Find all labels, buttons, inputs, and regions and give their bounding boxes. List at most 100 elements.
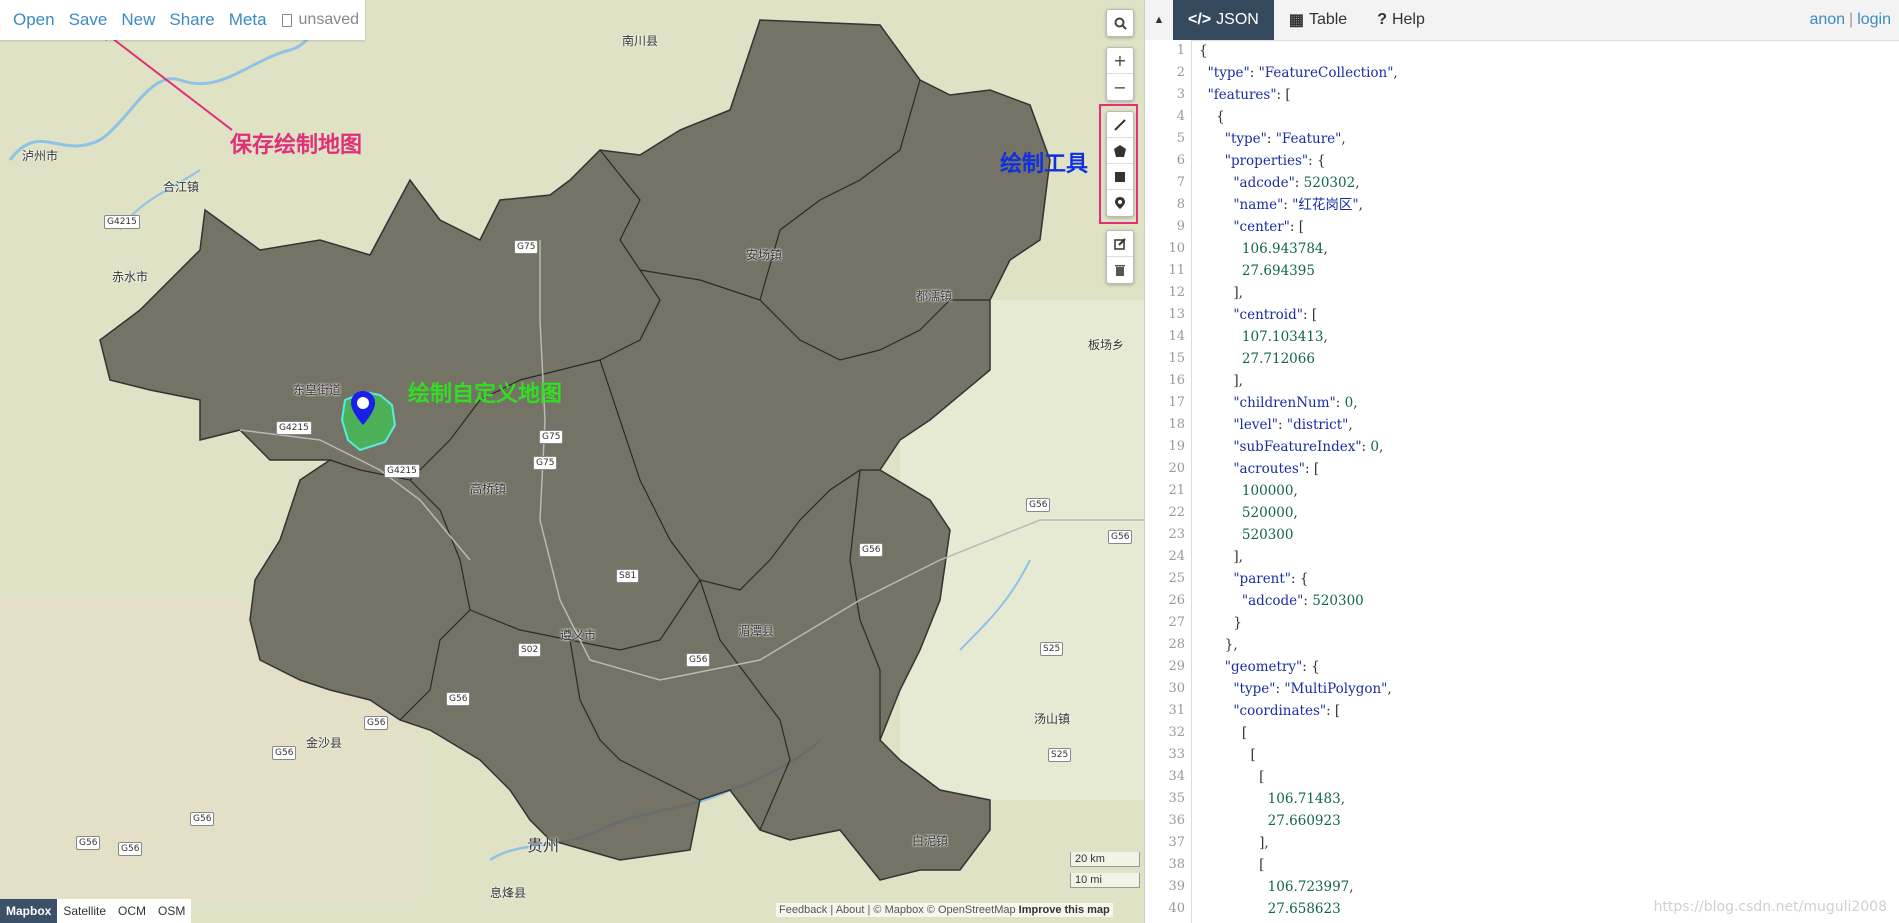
line-number: 28 xyxy=(1168,637,1185,652)
map-label-guizhou: 贵州 xyxy=(527,836,560,855)
code-line: "geometry": { xyxy=(1224,659,1320,675)
open-button[interactable]: Open xyxy=(13,10,55,30)
line-number: 14 xyxy=(1168,329,1185,344)
code-line: 106.71483, xyxy=(1267,791,1345,807)
layer-ocm[interactable]: OCM xyxy=(112,899,152,923)
road-shield: G56 xyxy=(190,812,215,826)
map-label-meitan: 湄潭县 xyxy=(738,624,775,638)
zoom-in-button[interactable]: + xyxy=(1107,48,1133,74)
line-number: 36 xyxy=(1168,813,1185,828)
code-line: "center": [ xyxy=(1233,219,1304,235)
edit-button[interactable] xyxy=(1107,231,1133,257)
code-line: 27.660923 xyxy=(1267,813,1341,829)
zoom-control: + − xyxy=(1106,47,1134,101)
watermark: https://blog.csdn.net/muguli2008 xyxy=(1653,899,1887,915)
code-line: "adcode": 520300 xyxy=(1241,593,1364,609)
line-number: 27 xyxy=(1168,615,1185,630)
road-shield: G56 xyxy=(364,716,389,730)
meta-button[interactable]: Meta xyxy=(229,10,267,30)
scale-mi: 10 mi xyxy=(1070,873,1140,888)
line-number: 18 xyxy=(1168,417,1185,432)
road-shield: G75 xyxy=(533,456,558,470)
layer-osm[interactable]: OSM xyxy=(152,899,191,923)
mapbox-link[interactable]: © Mapbox xyxy=(873,904,923,916)
code-line: 100000, xyxy=(1241,483,1298,499)
road-shield: S25 xyxy=(1048,748,1072,762)
line-number: 30 xyxy=(1168,681,1185,696)
tab-json-label: JSON xyxy=(1216,11,1259,28)
map-label-donghuang: 东皇街道 xyxy=(293,383,342,397)
improve-map-link[interactable]: Improve this map xyxy=(1019,904,1110,916)
line-number: 1 xyxy=(1176,43,1185,58)
road-shield: G56 xyxy=(76,836,101,850)
line-number: 7 xyxy=(1176,175,1185,190)
tab-help[interactable]: ? Help xyxy=(1362,0,1440,40)
code-line: "adcode": 520302, xyxy=(1233,175,1360,191)
save-button[interactable]: Save xyxy=(69,10,108,30)
line-number: 13 xyxy=(1168,307,1185,322)
line-number: 16 xyxy=(1168,373,1185,388)
road-shield: G56 xyxy=(859,543,884,557)
code-line: 106.723997, xyxy=(1267,879,1354,895)
code-line: "type": "MultiPolygon", xyxy=(1233,681,1392,697)
road-shield: G4215 xyxy=(104,215,140,229)
line-number: 35 xyxy=(1168,791,1185,806)
map-label-gaoqiao: 高桥镇 xyxy=(470,482,507,496)
panel-tabs: ▲ </> JSON ▦ Table ? Help anon | login xyxy=(1145,0,1899,41)
code-line: 27.658623 xyxy=(1267,901,1341,917)
code-line: ], xyxy=(1199,373,1243,389)
tab-json[interactable]: </> JSON xyxy=(1173,0,1274,40)
share-button[interactable]: Share xyxy=(169,10,214,30)
code-line: "subFeatureIndex": 0, xyxy=(1233,439,1384,455)
code-line: "features": [ xyxy=(1207,87,1291,103)
line-number: 5 xyxy=(1176,131,1185,146)
road-shield: S02 xyxy=(518,643,542,657)
trash-icon xyxy=(1115,265,1125,276)
code-line: 27.694395 xyxy=(1241,263,1315,279)
map-label-duzhuang: 都濡镇 xyxy=(916,289,953,303)
help-icon: ? xyxy=(1377,11,1387,28)
line-number: 29 xyxy=(1168,659,1185,674)
map-view[interactable]: 南川县 泸州市 合江镇 赤水市 东皇街道 安场镇 都濡镇 板场乡 高桥镇 遵义市… xyxy=(0,0,1144,923)
map-label-jinsha: 金沙县 xyxy=(306,736,343,750)
annotation-draw: 绘制自定义地图 xyxy=(408,382,563,407)
line-number: 21 xyxy=(1168,483,1185,498)
collapse-panel-button[interactable]: ▲ xyxy=(1145,0,1173,40)
line-number: 26 xyxy=(1168,593,1185,608)
layer-satellite[interactable]: Satellite xyxy=(57,899,112,923)
osm-link[interactable]: © OpenStreetMap xyxy=(927,904,1016,916)
line-number: 2 xyxy=(1176,65,1185,80)
login-link[interactable]: login xyxy=(1857,11,1891,29)
about-link[interactable]: About xyxy=(836,904,865,916)
map-canvas xyxy=(0,0,1144,923)
line-number: 15 xyxy=(1168,351,1185,366)
road-shield: G56 xyxy=(446,692,471,706)
edit-icon xyxy=(1114,237,1126,250)
anon-link[interactable]: anon xyxy=(1809,11,1845,29)
line-number: 25 xyxy=(1168,571,1185,586)
code-line: "parent": { xyxy=(1233,571,1309,587)
code-line: { xyxy=(1199,43,1208,59)
map-attribution: Feedback | About | © Mapbox © OpenStreet… xyxy=(776,903,1113,917)
line-number: 10 xyxy=(1168,241,1185,256)
json-editor[interactable]: 1 {2 "type": "FeatureCollection", 3 "featu… xyxy=(1145,40,1899,923)
zoom-out-button[interactable]: − xyxy=(1107,74,1133,100)
code-line: [ xyxy=(1199,857,1265,873)
road-shield: G56 xyxy=(272,746,297,760)
line-number: 3 xyxy=(1176,87,1185,102)
tab-table[interactable]: ▦ Table xyxy=(1274,0,1362,40)
layer-mapbox[interactable]: Mapbox xyxy=(0,899,58,923)
new-button[interactable]: New xyxy=(121,10,155,30)
map-label-hejiang: 合江镇 xyxy=(163,180,200,194)
save-status-text: unsaved xyxy=(298,11,360,28)
feedback-link[interactable]: Feedback xyxy=(779,904,827,916)
tab-help-label: Help xyxy=(1391,11,1425,28)
map-label-nanchuan: 南川县 xyxy=(622,34,659,48)
road-shield: G75 xyxy=(514,240,539,254)
delete-button[interactable] xyxy=(1107,257,1133,283)
map-label-banchang: 板场乡 xyxy=(1088,338,1125,352)
location-marker-icon[interactable] xyxy=(350,390,376,426)
line-number: 12 xyxy=(1168,285,1185,300)
map-label-baini: 白泥镇 xyxy=(912,834,949,848)
search-button[interactable] xyxy=(1107,10,1133,36)
